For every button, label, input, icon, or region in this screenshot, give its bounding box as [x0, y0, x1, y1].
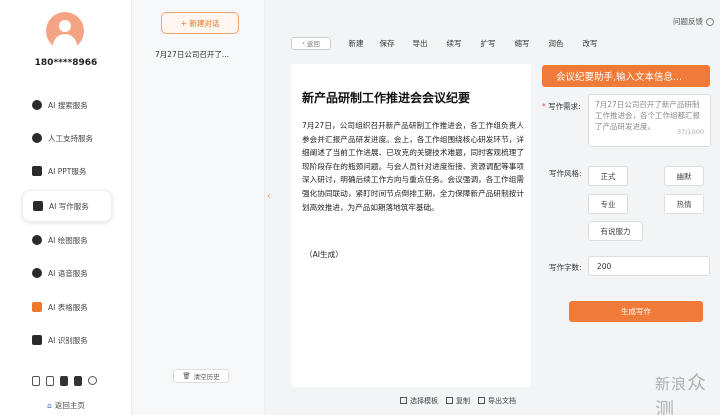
nav-item-ai-writing[interactable]: AI 写作服务: [22, 190, 112, 222]
nav-item-label: AI 表格服务: [48, 302, 88, 312]
tool-polish[interactable]: 润色: [539, 38, 573, 49]
assistant-banner: 会议纪要助手,输入文本信息...: [542, 65, 710, 87]
generate-button[interactable]: 生成写作: [569, 301, 703, 322]
wordcount-input[interactable]: 200: [588, 256, 710, 276]
download-icon: [478, 397, 485, 404]
wordcount-label: 写作字数:: [549, 263, 582, 272]
style-option-enthusiastic[interactable]: 热情: [664, 194, 704, 214]
table-icon: [32, 302, 42, 312]
copy-icon: [446, 397, 453, 404]
user-phone: 180****8966: [34, 58, 98, 68]
nav-item-ai-ppt[interactable]: AI PPT服务: [22, 155, 112, 187]
new-chat-button[interactable]: + 新建对话: [161, 12, 239, 34]
write-icon: [33, 201, 43, 211]
paint-icon: [32, 235, 42, 245]
ppt-icon: [32, 166, 42, 176]
style-option-humorous[interactable]: 幽默: [664, 166, 704, 186]
style-option-professional[interactable]: 专业: [588, 194, 628, 214]
tool-export[interactable]: 导出: [403, 38, 437, 49]
nav-item-label: AI PPT服务: [48, 166, 87, 176]
support-agent-icon: [32, 133, 42, 143]
editor-toolbar: ‹ 返回 新建 保存 导出 续写 扩写 缩写 润色 改写: [291, 36, 607, 50]
history-item[interactable]: 7月27日公司召开了...: [155, 49, 229, 60]
feedback-icon: [706, 17, 714, 26]
ai-generated-note: （AI生成）: [305, 250, 343, 259]
search-icon: [32, 100, 42, 110]
nav-item-human-support[interactable]: 人工支持服务: [22, 122, 112, 154]
trash-icon: 🗑: [182, 372, 191, 380]
nav-item-label: 人工支持服务: [48, 133, 93, 143]
document-body: 7月27日，公司组织召开新产品研制工作推进会，各工作组负责人参会并汇报产品研发进…: [302, 121, 524, 212]
tool-expand[interactable]: 扩写: [471, 38, 505, 49]
collapse-panel-chevron-icon[interactable]: ‹: [264, 186, 274, 206]
document-icon[interactable]: [46, 376, 54, 386]
home-link[interactable]: ⌂ 返回主页: [0, 400, 132, 411]
nav-item-ai-drawing[interactable]: AI 绘图服务: [22, 224, 112, 256]
tool-save[interactable]: 保存: [371, 38, 403, 49]
export-doc-button[interactable]: 导出文档: [478, 396, 516, 406]
microphone-icon: [32, 268, 42, 278]
tool-continue[interactable]: 续写: [437, 38, 471, 49]
phone-icon[interactable]: [32, 376, 40, 386]
copy-button[interactable]: 复制: [446, 396, 470, 406]
document-actions: 选择模板 复制 导出文档: [400, 396, 516, 406]
avatar[interactable]: [46, 12, 84, 50]
tool-new[interactable]: 新建: [341, 38, 371, 49]
requirement-textarea[interactable]: 7月27日公司召开了新产品研制工作推进会，各个工作组都汇报了产品研发进度。 37…: [588, 94, 711, 147]
style-option-persuasive[interactable]: 有说服力: [588, 221, 643, 241]
feedback-link[interactable]: 问题反馈: [673, 16, 714, 27]
bottom-icon-row: [32, 376, 97, 386]
nav-item-label: AI 搜索服务: [48, 100, 88, 110]
clear-history-button[interactable]: 🗑 清空历史: [173, 369, 229, 383]
tool-shorten[interactable]: 缩写: [505, 38, 539, 49]
history-panel: + 新建对话 7月27日公司召开了... 🗑 清空历史: [133, 0, 265, 415]
gift-icon[interactable]: [74, 376, 82, 386]
nav-item-ai-voice[interactable]: AI 语音服务: [22, 257, 112, 289]
nav-item-label: AI 语音服务: [48, 268, 88, 278]
template-icon: [400, 397, 407, 404]
style-option-formal[interactable]: 正式: [588, 166, 628, 186]
back-button[interactable]: ‹ 返回: [291, 36, 331, 50]
requirement-char-count: 37/1000: [676, 128, 704, 136]
template-button[interactable]: 选择模板: [400, 396, 438, 406]
nav-item-label: AI 绘图服务: [48, 235, 88, 245]
home-icon: ⌂: [47, 401, 52, 410]
main-area: 问题反馈 ‹ 返回 新建 保存 导出 续写 扩写 缩写 润色 改写 新产品研制工…: [275, 0, 720, 415]
nav-item-label: AI 识别服务: [48, 335, 88, 345]
nav-item-ai-recognition[interactable]: AI 识别服务: [22, 324, 112, 356]
document-title: 新产品研制工作推进会会议纪要: [302, 91, 471, 105]
nav-item-label: AI 写作服务: [49, 201, 89, 211]
requirement-label: * 写作需求:: [542, 102, 581, 111]
left-nav: 180****8966 AI 搜索服务 人工支持服务 AI PPT服务 AI 写…: [0, 0, 132, 415]
tool-rewrite[interactable]: 改写: [573, 38, 607, 49]
user-icon[interactable]: [60, 376, 68, 386]
nav-item-ai-table[interactable]: AI 表格服务: [22, 291, 112, 323]
watermark-logo: 新浪众测: [655, 372, 708, 415]
nav-item-ai-search[interactable]: AI 搜索服务: [22, 89, 112, 121]
scan-icon: [32, 335, 42, 345]
style-label: 写作风格:: [549, 169, 582, 178]
document-editor[interactable]: 新产品研制工作推进会会议纪要 7月27日，公司组织召开新产品研制工作推进会，各工…: [291, 64, 531, 387]
power-icon[interactable]: [88, 376, 97, 385]
